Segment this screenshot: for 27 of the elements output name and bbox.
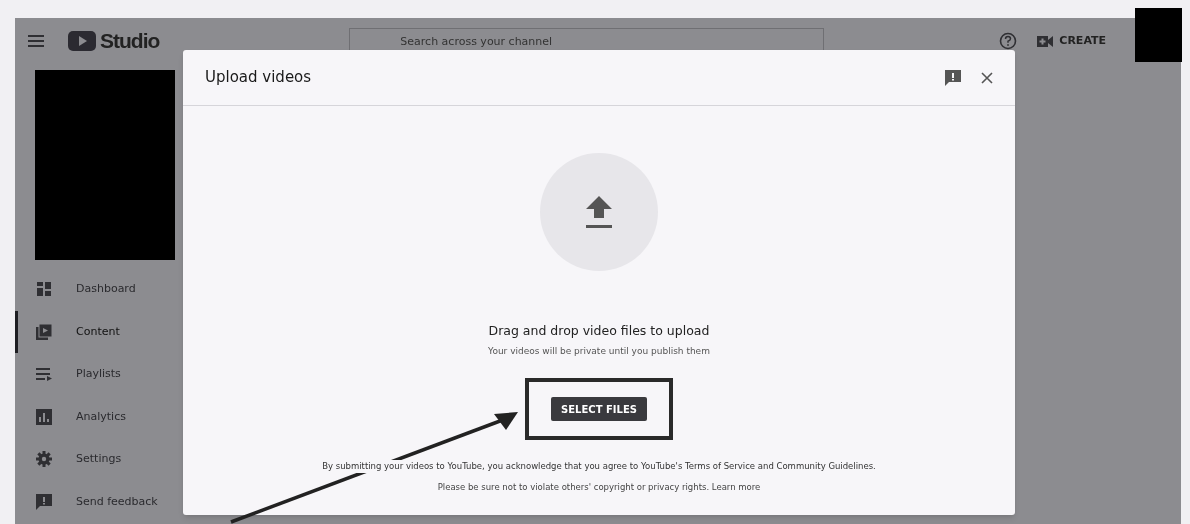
sidebar-item[interactable]: Playlists: [15, 353, 185, 396]
redacted-block: [1135, 8, 1182, 62]
create-button[interactable]: CREATE: [1035, 32, 1109, 50]
gear-icon: [36, 451, 52, 468]
help-icon[interactable]: [999, 32, 1018, 50]
upload-icon: [586, 196, 612, 228]
privacy-note: Your videos will be private until you publish them: [488, 344, 710, 358]
dialog-title: Upload videos: [205, 67, 312, 89]
sidebar-item[interactable]: Dashboard: [15, 268, 185, 311]
close-icon[interactable]: [981, 71, 993, 84]
menu-icon[interactable]: [28, 35, 44, 47]
video-library-icon: [36, 323, 52, 340]
play-logo-icon[interactable]: [68, 31, 96, 51]
logo-text: Studio: [100, 28, 160, 55]
drop-heading: Drag and drop video files to upload: [488, 322, 710, 340]
feedback-icon[interactable]: [945, 69, 961, 86]
feedback-icon: [36, 493, 52, 510]
sidebar-item[interactable]: Analytics: [15, 395, 185, 438]
terms-text: By submitting your videos to YouTube, you acknowledge that you agree to YouTube's Terms of Service and Community Guidelines.: [322, 460, 876, 473]
playlist-icon: [36, 367, 52, 382]
copyright-notice: Please be sure not to violate others' copyright or privacy rights. Learn more: [437, 481, 761, 494]
sidebar-item[interactable]: Send feedback: [15, 480, 185, 523]
video-camera-icon: [1037, 35, 1054, 47]
dashboard-icon: [36, 281, 52, 298]
select-files-button[interactable]: SELECT FILES: [551, 397, 647, 422]
learn-more-link[interactable]: Learn more: [711, 482, 761, 492]
sidebar-item[interactable]: Settings: [15, 438, 185, 481]
